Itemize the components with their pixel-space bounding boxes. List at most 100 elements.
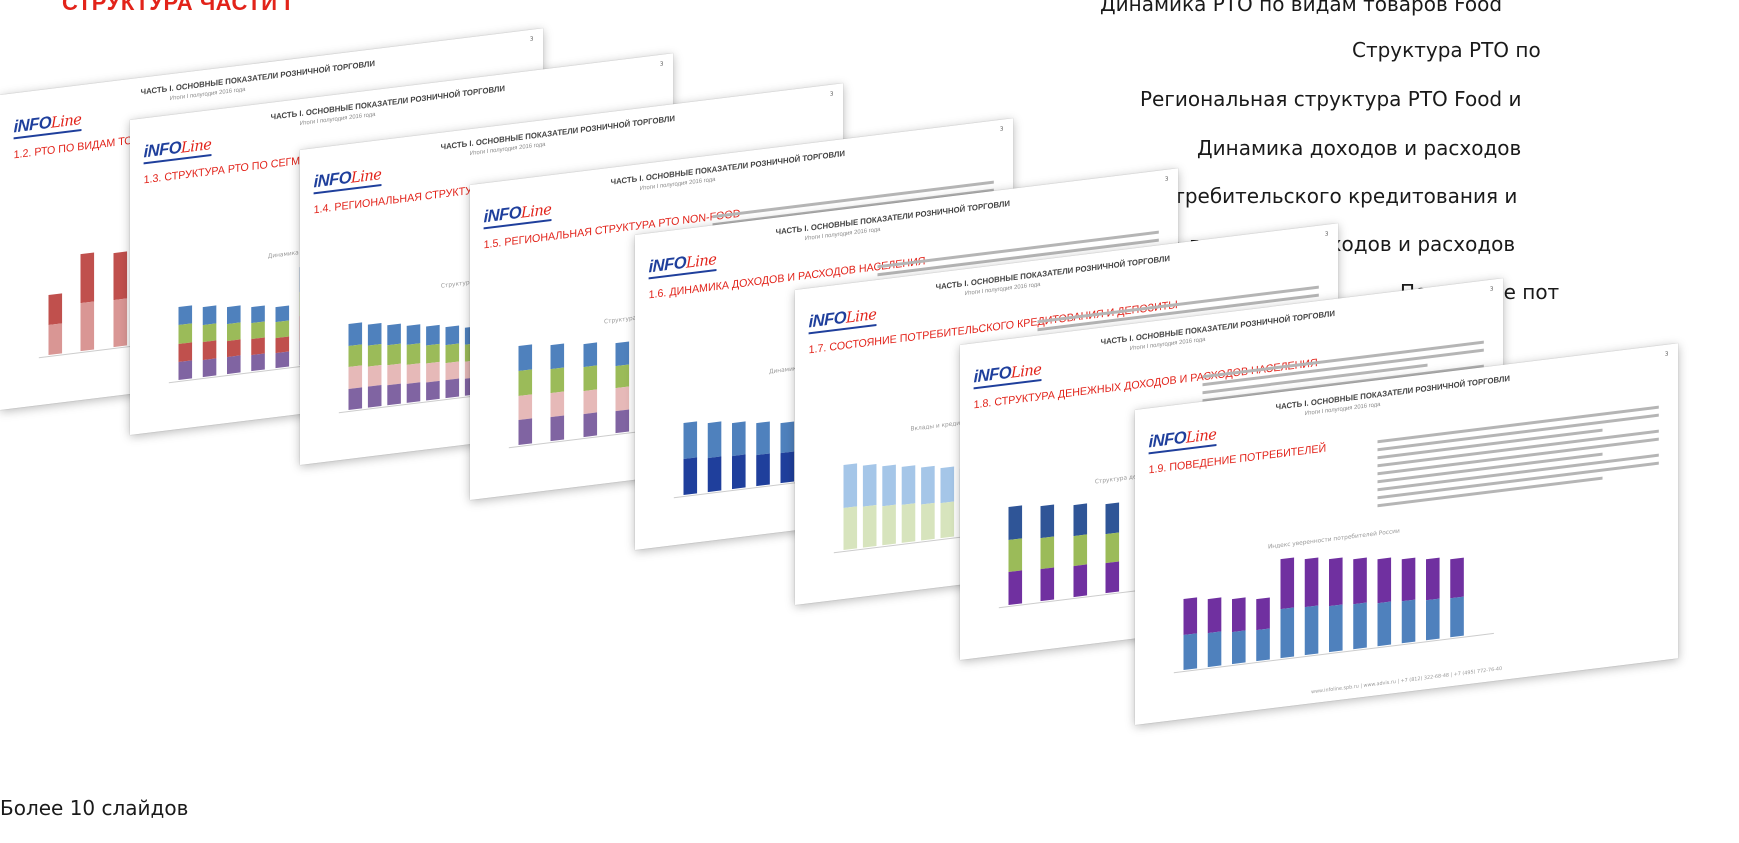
chart-bar-segment bbox=[1040, 567, 1055, 602]
chart-bar-segment bbox=[1450, 557, 1464, 599]
toc-item-structure[interactable]: Структура РТО по bbox=[1352, 38, 1541, 62]
chart-bar-segment bbox=[940, 466, 955, 504]
logo-text: iNFO bbox=[313, 167, 352, 192]
chart-bar bbox=[843, 463, 858, 551]
chart-bar-segment bbox=[583, 365, 597, 391]
infoline-logo: iNFOLine bbox=[1149, 424, 1217, 452]
infoline-logo: iNFOLine bbox=[314, 164, 382, 192]
slide-chart: Индекс уверенности потребителей России bbox=[1173, 516, 1494, 685]
chart-bar bbox=[426, 324, 440, 401]
chart-bar-segment bbox=[202, 340, 217, 360]
chart-bar bbox=[1377, 557, 1392, 647]
logo-script: Line bbox=[351, 165, 382, 187]
infoline-logo: iNFOLine bbox=[484, 199, 552, 227]
chart-bar-segment bbox=[406, 381, 421, 403]
logo-text: iNFO bbox=[143, 137, 182, 162]
chart-bar bbox=[518, 344, 533, 446]
chart-bar bbox=[756, 421, 770, 487]
chart-bar bbox=[251, 305, 265, 372]
chart-bar bbox=[445, 325, 460, 399]
chart-bar-segment bbox=[1377, 601, 1392, 647]
chart-bar-segment bbox=[843, 463, 858, 508]
chart-bar-segment bbox=[1008, 538, 1023, 573]
slide-page-number: 3 bbox=[1324, 230, 1329, 238]
toc-item-income-expense[interactable]: Динамика доходов и расходов bbox=[1197, 136, 1521, 160]
chart-bar-segment bbox=[1073, 564, 1087, 598]
chart-bar-segment bbox=[348, 322, 363, 346]
chart-bar-segment bbox=[1207, 597, 1222, 634]
chart-bar-segment bbox=[426, 324, 440, 346]
chart-bar-segment bbox=[1304, 605, 1319, 656]
chart-bar-segment bbox=[518, 418, 533, 446]
infoline-logo: iNFOLine bbox=[144, 134, 212, 162]
chart-bar-segment bbox=[1377, 557, 1392, 603]
chart-bar bbox=[48, 293, 63, 356]
chart-bar-segment bbox=[1232, 597, 1246, 632]
chart-bar bbox=[683, 421, 698, 496]
slide-page-number: 3 bbox=[1489, 285, 1494, 293]
slide-chart-caption: Индекс уверенности потребителей России bbox=[1267, 527, 1400, 551]
chart-bar bbox=[550, 343, 565, 442]
chart-bar-segment bbox=[80, 252, 95, 303]
chart-bar-segment bbox=[227, 322, 241, 341]
chart-bar-segment bbox=[48, 323, 63, 356]
chart-bar bbox=[1040, 504, 1055, 602]
chart-bar-segment bbox=[1329, 557, 1343, 606]
chart-bar-segment bbox=[387, 363, 401, 386]
logo-text: iNFO bbox=[973, 362, 1012, 387]
chart-bar-segment bbox=[387, 383, 401, 406]
chart-bar-segment bbox=[367, 343, 382, 367]
chart-bar bbox=[348, 322, 363, 411]
slide-part-label: ЧАСТЬ I. ОСНОВНЫЕ ПОКАЗАТЕЛИ РОЗНИЧНОЙ Т… bbox=[140, 58, 375, 97]
chart-bar-segment bbox=[387, 323, 401, 346]
chart-bar-segment bbox=[583, 388, 597, 414]
chart-bar bbox=[1183, 597, 1198, 671]
chart-bar-segment bbox=[1008, 505, 1023, 540]
chart-bar bbox=[707, 421, 722, 493]
infoline-logo: iNFOLine bbox=[809, 304, 877, 332]
logo-script: Line bbox=[686, 250, 717, 272]
chart-bar-segment bbox=[780, 421, 795, 454]
toc-item-food-dynamics[interactable]: Динамика РТО по видам товаров Food bbox=[1100, 0, 1502, 16]
chart-bar-segment bbox=[1304, 557, 1319, 608]
chart-bar bbox=[1426, 557, 1440, 641]
chart-bar bbox=[275, 305, 290, 369]
chart-bar-segment bbox=[178, 323, 193, 344]
logo-script: Line bbox=[51, 110, 82, 132]
chart-bar-segment bbox=[1256, 628, 1270, 662]
chart-bar bbox=[387, 323, 401, 406]
chart-bar bbox=[202, 305, 217, 378]
infoline-logo: iNFOLine bbox=[974, 359, 1042, 387]
chart-bar-segment bbox=[178, 360, 193, 381]
chart-bar-segment bbox=[178, 341, 193, 362]
chart-bar-segment bbox=[940, 501, 955, 539]
chart-bar-segment bbox=[901, 465, 916, 505]
infoline-logo: iNFOLine bbox=[649, 249, 717, 277]
chart-bar-segment bbox=[843, 505, 858, 551]
toc-item-regional-food[interactable]: Региональная структура РТО Food и bbox=[1140, 87, 1521, 111]
chart-bar-segment bbox=[1105, 502, 1120, 534]
chart-bar-segment bbox=[202, 322, 217, 343]
chart-bar bbox=[178, 305, 193, 381]
chart-bar-segment bbox=[756, 452, 770, 487]
chart-bar-segment bbox=[275, 335, 290, 353]
chart-bar-segment bbox=[1401, 599, 1416, 644]
chart-bar bbox=[1207, 597, 1222, 668]
chart-bar-segment bbox=[202, 357, 217, 378]
chart-bar-segment bbox=[406, 324, 421, 346]
chart-bar-segment bbox=[550, 343, 565, 370]
logo-script: Line bbox=[1186, 425, 1217, 447]
chart-bar-segment bbox=[275, 351, 290, 369]
chart-bar bbox=[882, 464, 896, 546]
chart-bar-segment bbox=[227, 355, 241, 375]
chart-bar-segment bbox=[445, 325, 460, 345]
slide-page-number: 3 bbox=[1164, 175, 1169, 183]
chart-bar bbox=[1304, 557, 1319, 656]
chart-bar-segment bbox=[921, 502, 935, 541]
slide-thumbnail[interactable]: ЧАСТЬ I. ОСНОВНЫЕ ПОКАЗАТЕЛИ РОЗНИЧНОЙ Т… bbox=[1135, 343, 1679, 725]
slide-page-number: 3 bbox=[999, 125, 1004, 133]
chart-bar-segment bbox=[202, 305, 217, 325]
chart-bar-segment bbox=[707, 455, 722, 493]
chart-bar-segment bbox=[780, 451, 795, 484]
chart-bar-segment bbox=[518, 344, 533, 371]
